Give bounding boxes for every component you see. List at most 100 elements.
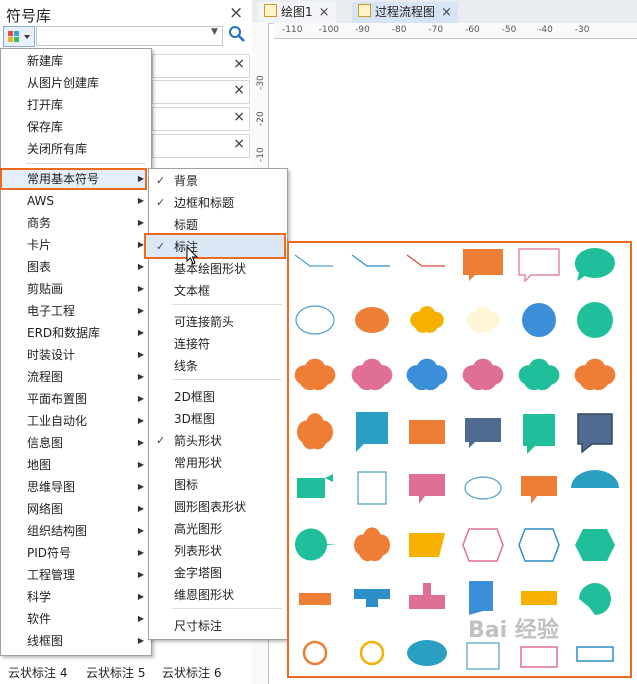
menu-item[interactable]: 卡片 ▶	[1, 234, 149, 256]
bottom-shape-label[interactable]: 云状标注 5	[86, 664, 145, 681]
cloud-callout-shape[interactable]	[294, 358, 336, 391]
pin-callout-shape[interactable]	[302, 640, 328, 666]
submenu-item[interactable]: 可连接箭头	[149, 311, 285, 333]
library-close-icon[interactable]: ×	[233, 109, 245, 125]
submenu-item[interactable]: 2D框图	[149, 386, 285, 408]
oval-callout-shape[interactable]	[295, 528, 337, 561]
cloud-callout-shape[interactable]	[406, 358, 448, 391]
oval-callout-shape[interactable]	[571, 470, 619, 488]
rect-callout-shape[interactable]	[357, 471, 387, 505]
submenu-item[interactable]: 高光图形	[149, 518, 285, 540]
rect-callout-shape[interactable]	[576, 646, 614, 662]
menu-item[interactable]: 打开库	[1, 94, 149, 116]
cloud-callout-shape[interactable]	[354, 527, 390, 562]
tab-close-icon[interactable]: ×	[319, 5, 330, 20]
submenu-item[interactable]: 金字塔图	[149, 562, 285, 584]
line-callout-shape[interactable]	[294, 254, 333, 267]
rect-callout-shape[interactable]	[409, 420, 445, 444]
library-close-icon[interactable]: ×	[233, 136, 245, 152]
oval-callout-shape[interactable]	[579, 583, 611, 615]
submenu-item[interactable]: ✓ 标注	[149, 236, 285, 258]
menu-item[interactable]: 从图片创建库	[1, 72, 149, 94]
cloud-callout-shape[interactable]	[297, 413, 333, 450]
rect-callout-shape[interactable]	[465, 418, 501, 448]
bottom-shape-label[interactable]: 云状标注 6	[162, 664, 221, 681]
submenu-item[interactable]: 图标	[149, 474, 285, 496]
rect-callout-shape[interactable]	[409, 474, 445, 504]
menu-item[interactable]: 商务 ▶	[1, 212, 149, 234]
menu-item[interactable]: 保存库	[1, 116, 149, 138]
menu-item[interactable]: 网络图 ▶	[1, 498, 149, 520]
rect-callout-shape[interactable]	[523, 414, 555, 454]
menu-item[interactable]: 流程图 ▶	[1, 366, 149, 388]
hexagon-callout-shape[interactable]	[462, 528, 504, 562]
oval-callout-shape[interactable]	[407, 640, 447, 666]
submenu-item[interactable]: 尺寸标注	[149, 615, 285, 637]
cloud-callout-shape[interactable]	[518, 358, 560, 391]
menu-item[interactable]: 线框图 ▶	[1, 630, 149, 652]
cloud-callout-shape[interactable]	[462, 358, 504, 391]
tab-process-flowchart[interactable]: 过程流程图 ×	[352, 2, 458, 23]
submenu-item[interactable]: 常用形状	[149, 452, 285, 474]
oval-callout-shape[interactable]	[355, 307, 389, 333]
menu-item[interactable]: 软件 ▶	[1, 608, 149, 630]
menu-item[interactable]: ERD和数据库 ▶	[1, 322, 149, 344]
rect-callout-shape[interactable]	[469, 581, 493, 615]
cloud-callout-shape[interactable]	[466, 306, 500, 333]
rect-callout-shape[interactable]	[299, 593, 331, 605]
oval-callout-shape[interactable]	[464, 476, 502, 500]
rect-callout-shape[interactable]	[518, 248, 560, 283]
tab-close-icon[interactable]: ×	[441, 5, 452, 20]
menu-item[interactable]: 关闭所有库	[1, 138, 149, 160]
library-close-icon[interactable]: ×	[233, 56, 245, 72]
menu-item[interactable]: 剪贴画 ▶	[1, 278, 149, 300]
submenu-item[interactable]: 维恩图形状	[149, 584, 285, 606]
menu-item[interactable]: 电子工程 ▶	[1, 300, 149, 322]
rect-callout-shape[interactable]	[409, 583, 445, 609]
menu-item[interactable]: 平面布置图 ▶	[1, 388, 149, 410]
line-callout-shape[interactable]	[351, 254, 390, 267]
library-row[interactable]: ×	[152, 54, 250, 78]
menu-item[interactable]: 科学 ▶	[1, 586, 149, 608]
search-input[interactable]	[36, 26, 223, 46]
hexagon-callout-shape[interactable]	[518, 528, 560, 562]
rect-callout-shape[interactable]	[463, 249, 503, 281]
oval-callout-shape[interactable]	[522, 303, 556, 337]
hexagon-callout-shape[interactable]	[575, 529, 615, 561]
tab-drawing1[interactable]: 绘图1 ×	[258, 2, 336, 23]
menu-item[interactable]: 信息图 ▶	[1, 432, 149, 454]
rect-callout-shape[interactable]	[466, 642, 500, 670]
menu-item[interactable]: 常用基本符号 ▶	[1, 168, 149, 190]
submenu-item[interactable]: ✓ 箭头形状	[149, 430, 285, 452]
menu-item[interactable]: 地图 ▶	[1, 454, 149, 476]
cloud-callout-shape[interactable]	[574, 358, 616, 391]
rect-callout-shape[interactable]	[521, 591, 557, 605]
rect-callout-shape[interactable]	[409, 533, 445, 557]
submenu-item[interactable]: ✓ 背景	[149, 170, 285, 192]
menu-item[interactable]: 时装设计 ▶	[1, 344, 149, 366]
rect-callout-shape[interactable]	[354, 589, 390, 607]
menu-item[interactable]: 思维导图 ▶	[1, 476, 149, 498]
panel-close-icon[interactable]: ×	[229, 3, 243, 23]
rect-callout-shape[interactable]	[356, 412, 388, 452]
library-menu-button[interactable]	[3, 26, 35, 47]
menu-item[interactable]: 工业自动化 ▶	[1, 410, 149, 432]
oval-callout-shape[interactable]	[577, 302, 613, 338]
pin-callout-shape[interactable]	[359, 640, 385, 666]
submenu-item[interactable]: 线条	[149, 355, 285, 377]
submenu-item[interactable]: 标题	[149, 214, 285, 236]
rect-callout-shape[interactable]	[521, 476, 557, 504]
submenu-item[interactable]: 3D框图	[149, 408, 285, 430]
library-close-icon[interactable]: ×	[233, 82, 245, 98]
submenu-item[interactable]: ✓ 边框和标题	[149, 192, 285, 214]
search-icon[interactable]	[228, 25, 246, 46]
library-row[interactable]: ×	[152, 107, 250, 131]
rect-callout-shape[interactable]	[297, 474, 333, 498]
oval-callout-shape[interactable]	[574, 248, 616, 281]
submenu-item[interactable]: 列表形状	[149, 540, 285, 562]
menu-item[interactable]: 组织结构图 ▶	[1, 520, 149, 542]
submenu-item[interactable]: 连接符	[149, 333, 285, 355]
submenu-item[interactable]: 基本绘图形状	[149, 258, 285, 280]
cloud-callout-shape[interactable]	[351, 358, 393, 391]
library-row[interactable]: ×	[152, 80, 250, 104]
